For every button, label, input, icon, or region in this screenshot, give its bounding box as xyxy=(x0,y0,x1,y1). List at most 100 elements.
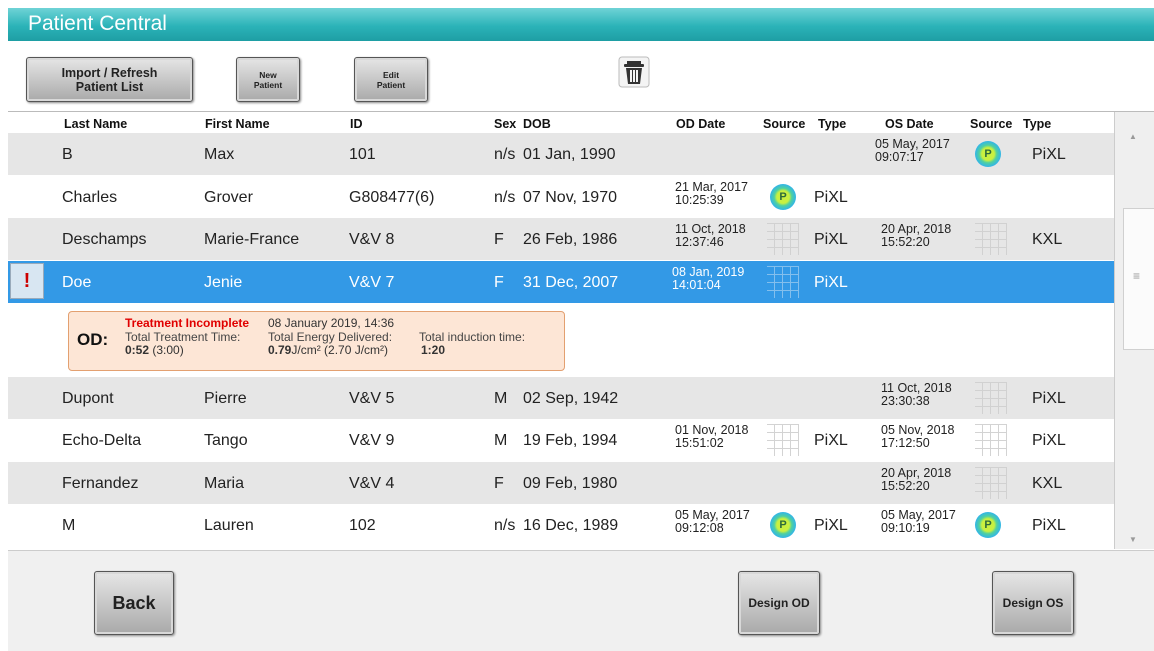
cell-sex: M xyxy=(494,390,508,407)
design-od-button[interactable]: Design OD xyxy=(738,571,820,635)
grid-source-icon xyxy=(767,266,799,298)
back-button[interactable]: Back xyxy=(94,571,174,635)
cell-last-name: Charles xyxy=(62,189,118,206)
os-date: 11 Oct, 2018 xyxy=(881,381,952,395)
treatment-time-value: 0:52 xyxy=(125,343,150,357)
grid-source-icon xyxy=(767,424,799,456)
os-time: 09:07:17 xyxy=(875,150,924,164)
cell-first-name: Lauren xyxy=(204,517,254,534)
patient-table: Last Name First Name ID Sex DOB OD Date … xyxy=(8,111,1154,549)
cell-first-name: Tango xyxy=(204,432,248,449)
table-row[interactable]: Fernandez Maria V&V 4 F 09 Feb, 1980 20 … xyxy=(8,462,1114,504)
energy-values: 0.79J/cm² (2.70 J/cm²) xyxy=(268,343,388,357)
od-date: 01 Nov, 2018 xyxy=(675,423,749,437)
energy-value: 0.79 xyxy=(268,343,292,357)
cell-sex: n/s xyxy=(494,517,516,534)
cell-last-name: Echo-Delta xyxy=(62,432,142,449)
pixl-source-icon: P xyxy=(975,141,1001,167)
treatment-summary-card: OD: Treatment Incomplete 08 January 2019… xyxy=(68,311,565,371)
col-od-source[interactable]: Source xyxy=(763,117,805,131)
cell-last-name: M xyxy=(62,517,76,534)
cell-od-date: 21 Mar, 2017 10:25:39 xyxy=(675,181,748,207)
od-time: 12:37:46 xyxy=(675,235,724,249)
cell-od-type: PiXL xyxy=(814,432,848,449)
os-time: 17:12:50 xyxy=(881,436,930,450)
od-time: 09:12:08 xyxy=(675,521,724,535)
cell-od-date: 08 Jan, 2019 14:01:04 xyxy=(672,266,744,292)
cell-sex: F xyxy=(494,274,504,291)
edit-patient-button[interactable]: Edit Patient xyxy=(354,57,428,102)
grip-icon: ≡ xyxy=(1133,269,1141,283)
os-time: 15:52:20 xyxy=(881,479,930,493)
cell-od-date: 11 Oct, 2018 12:37:46 xyxy=(675,223,746,249)
table-row[interactable]: B Max 101 n/s 01 Jan, 1990 05 May, 2017 0… xyxy=(8,133,1114,175)
table-row[interactable]: Dupont Pierre V&V 5 M 02 Sep, 1942 11 Oc… xyxy=(8,377,1114,419)
cell-os-type: PiXL xyxy=(1032,432,1066,449)
grid-source-icon xyxy=(767,223,799,255)
cell-last-name: B xyxy=(62,146,73,163)
cell-sex: F xyxy=(494,231,504,248)
cell-dob: 26 Feb, 1986 xyxy=(523,231,618,248)
table-row-selected[interactable]: ! Doe Jenie V&V 7 F 31 Dec, 2007 08 Jan,… xyxy=(8,261,1114,303)
col-last-name[interactable]: Last Name xyxy=(64,117,127,131)
cell-os-type: PiXL xyxy=(1032,517,1066,534)
os-date: 05 May, 2017 xyxy=(875,137,950,151)
cell-first-name: Max xyxy=(204,146,235,163)
vertical-scrollbar[interactable]: ▲ ≡ ▼ xyxy=(1114,112,1154,549)
grid-source-icon xyxy=(975,424,1007,456)
table-row[interactable]: Deschamps Marie-France V&V 8 F 26 Feb, 1… xyxy=(8,218,1114,260)
toolbar: Import / Refresh Patient List New Patien… xyxy=(8,41,1154,111)
pixl-source-icon: P xyxy=(975,512,1001,538)
col-os-date[interactable]: OS Date xyxy=(885,117,934,131)
cell-id: V&V 9 xyxy=(349,432,395,449)
od-time: 10:25:39 xyxy=(675,193,724,207)
cell-id: V&V 4 xyxy=(349,475,395,492)
cell-od-type: PiXL xyxy=(814,274,848,291)
table-row[interactable]: M Lauren 102 n/s 16 Dec, 1989 05 May, 20… xyxy=(8,504,1114,546)
col-first-name[interactable]: First Name xyxy=(205,117,270,131)
table-row[interactable]: Charles Grover G808477(6) n/s 07 Nov, 19… xyxy=(8,176,1114,218)
cell-os-date: 05 May, 2017 09:07:17 xyxy=(875,138,950,164)
induction-label: Total induction time: xyxy=(419,330,526,344)
cell-last-name: Fernandez xyxy=(62,475,139,492)
cell-id: 102 xyxy=(349,517,376,534)
cell-os-date: 11 Oct, 2018 23:30:38 xyxy=(881,382,952,408)
col-od-date[interactable]: OD Date xyxy=(676,117,725,131)
col-id[interactable]: ID xyxy=(350,117,363,131)
od-time: 14:01:04 xyxy=(672,278,721,292)
table-row[interactable]: Echo-Delta Tango V&V 9 M 19 Feb, 1994 01… xyxy=(8,419,1114,461)
cell-dob: 19 Feb, 1994 xyxy=(523,432,618,449)
trash-icon[interactable] xyxy=(618,56,650,88)
col-os-source[interactable]: Source xyxy=(970,117,1012,131)
scroll-up-icon[interactable]: ▲ xyxy=(1129,132,1137,141)
cell-last-name: Doe xyxy=(62,274,92,291)
col-od-type[interactable]: Type xyxy=(818,117,846,131)
scrollbar-thumb[interactable]: ≡ xyxy=(1123,208,1154,350)
new-patient-button[interactable]: New Patient xyxy=(236,57,300,102)
cell-sex: M xyxy=(494,432,508,449)
cell-first-name: Jenie xyxy=(204,274,243,291)
cell-id: G808477(6) xyxy=(349,189,435,206)
os-time: 09:10:19 xyxy=(881,521,930,535)
import-refresh-button[interactable]: Import / Refresh Patient List xyxy=(26,57,193,102)
grid-source-icon xyxy=(975,382,1007,414)
treatment-time-planned: (3:00) xyxy=(152,343,184,357)
cell-os-type: KXL xyxy=(1032,231,1063,248)
col-os-type[interactable]: Type xyxy=(1023,117,1051,131)
alert-icon: ! xyxy=(10,263,44,299)
col-dob[interactable]: DOB xyxy=(523,117,551,131)
cell-first-name: Pierre xyxy=(204,390,247,407)
od-time: 15:51:02 xyxy=(675,436,724,450)
os-time: 15:52:20 xyxy=(881,235,930,249)
od-date: 08 Jan, 2019 xyxy=(672,265,745,279)
cell-dob: 31 Dec, 2007 xyxy=(523,274,619,291)
col-sex[interactable]: Sex xyxy=(494,117,516,131)
os-date: 05 Nov, 2018 xyxy=(881,423,955,437)
energy-planned: (2.70 J/cm²) xyxy=(324,343,389,357)
od-date: 11 Oct, 2018 xyxy=(675,222,746,236)
design-os-button[interactable]: Design OS xyxy=(992,571,1074,635)
treatment-time-values: 0:52 (3:00) xyxy=(125,343,184,357)
cell-first-name: Grover xyxy=(204,189,253,206)
scroll-down-icon[interactable]: ▼ xyxy=(1129,535,1137,544)
cell-first-name: Maria xyxy=(204,475,245,492)
